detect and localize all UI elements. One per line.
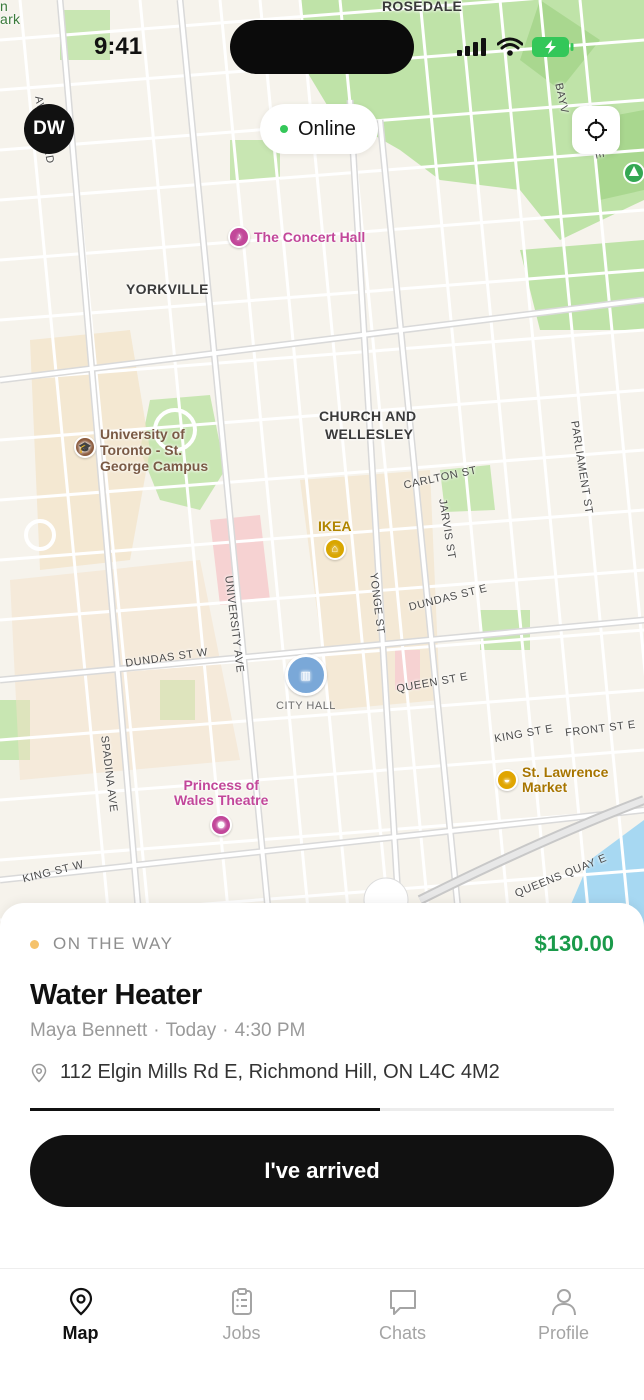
neighborhood-yorkville: YORKVILLE: [126, 281, 209, 297]
poi-princess-line-1: Princess of: [183, 777, 259, 793]
clipboard-icon: [231, 1288, 252, 1315]
poi-concert-hall[interactable]: ♪ The Concert Hall: [228, 226, 365, 248]
poi-princess-label: Princess of Wales Theatre: [174, 778, 268, 808]
job-address-row[interactable]: 112 Elgin Mills Rd E, Richmond Hill, ON …: [30, 1061, 500, 1084]
poi-university-line-2: Toronto - St.: [100, 442, 183, 458]
arrived-button[interactable]: I've arrived: [30, 1135, 614, 1207]
person-icon: [551, 1289, 576, 1316]
poi-concert-hall-label: The Concert Hall: [254, 229, 366, 245]
tab-jobs[interactable]: Jobs: [161, 1269, 322, 1400]
poi-university-label: University of Toronto - St. George Campu…: [100, 426, 208, 474]
map-pin-icon: [69, 1287, 92, 1316]
online-status-label: Online: [298, 117, 356, 140]
job-status: ON THE WAY: [30, 934, 173, 954]
crosshair-icon: [585, 119, 607, 141]
music-note-icon: ♪: [228, 226, 250, 248]
map-park-label-fragment: n ark: [0, 0, 20, 27]
poi-market-line-1: St. Lawrence: [522, 764, 609, 780]
status-bar-icons: [455, 36, 575, 58]
neighborhood-rosedale: ROSEDALE: [382, 0, 463, 14]
online-status-pill[interactable]: Online: [260, 104, 378, 154]
job-customer: Maya Bennett: [30, 1020, 148, 1041]
job-time: 4:30 PM: [234, 1020, 306, 1041]
job-status-dot: [30, 939, 39, 949]
bottom-tab-bar: Map Jobs Chats Profile: [0, 1268, 644, 1400]
poi-market-line-2: Market: [522, 779, 568, 795]
poi-market-label: St. Lawrence Market: [522, 765, 608, 795]
poi-princess-line-2: Wales Theatre: [174, 792, 269, 808]
online-indicator-dot: [280, 125, 288, 133]
poi-university-line-1: University of: [100, 426, 185, 442]
meta-separator: ·: [153, 1020, 160, 1041]
job-meta: Maya Bennett · Today · 4:30 PM: [30, 1020, 305, 1042]
neighborhood-church-line2: WELLESLEY: [325, 426, 414, 442]
graduation-cap-icon: 🎓: [74, 436, 96, 458]
poi-university-line-3: George Campus: [100, 458, 209, 474]
poi-city-hall-label: CITY HALL: [276, 700, 336, 712]
battery-charging-icon: [532, 37, 574, 57]
poi-ikea-label: IKEA: [318, 518, 352, 534]
map-fragment-line-2: ark: [0, 11, 21, 27]
tab-chats[interactable]: Chats: [322, 1269, 483, 1400]
job-progress-fill: [30, 1108, 381, 1111]
tab-chats-label: Chats: [378, 1323, 427, 1343]
tab-profile-label: Profile: [537, 1323, 590, 1343]
location-pin-icon: [31, 1063, 47, 1083]
job-status-label: ON THE WAY: [53, 934, 174, 953]
meta-separator: ·: [222, 1020, 229, 1041]
city-hall-building-icon: ▥: [284, 654, 327, 696]
tab-map-label: Map: [62, 1323, 99, 1343]
theatre-mask-icon: ☻: [210, 814, 233, 836]
poi-city-hall[interactable]: ▥ CITY HALL: [276, 654, 336, 712]
tab-map[interactable]: Map: [0, 1269, 161, 1400]
avatar[interactable]: DW: [24, 104, 74, 154]
cellular-signal-icon: [457, 38, 486, 56]
wifi-icon: [497, 37, 523, 56]
dynamic-island: [230, 20, 414, 74]
poi-university-of-toronto[interactable]: 🎓 University of Toronto - St. George Cam…: [74, 426, 208, 474]
job-status-row: ON THE WAY $130.00: [30, 931, 614, 957]
job-day: Today: [165, 1020, 217, 1041]
status-bar-time: 9:41: [94, 33, 143, 60]
job-progress-track: [30, 1108, 614, 1111]
tab-profile[interactable]: Profile: [483, 1269, 644, 1400]
job-address: 112 Elgin Mills Rd E, Richmond Hill, ON …: [60, 1061, 500, 1083]
poi-princess-of-wales[interactable]: Princess of Wales Theatre ☻: [174, 778, 268, 836]
job-title: Water Heater: [30, 979, 202, 1011]
basket-icon: ◒: [496, 769, 518, 791]
neighborhood-church-line1: CHURCH AND: [319, 408, 417, 424]
job-price: $130.00: [534, 931, 614, 956]
recenter-location-button[interactable]: [572, 106, 620, 154]
poi-ikea[interactable]: IKEA ⌂: [318, 518, 351, 560]
shopping-bag-icon: ⌂: [323, 538, 346, 560]
tab-jobs-label: Jobs: [222, 1323, 261, 1343]
chat-bubble-icon: [389, 1290, 416, 1315]
poi-st-lawrence-market[interactable]: ◒ St. Lawrence Market: [496, 765, 608, 795]
